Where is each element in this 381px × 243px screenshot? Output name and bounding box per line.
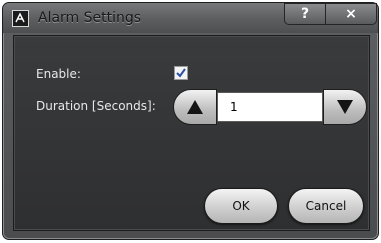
cancel-button[interactable]: Cancel — [288, 188, 364, 224]
dialog-content: Enable: Duration [Seconds]: 1 OK Cancel — [13, 35, 370, 231]
ok-button[interactable]: OK — [204, 188, 278, 224]
duration-stepper: 1 — [173, 89, 367, 125]
help-button[interactable]: ? — [284, 3, 326, 25]
enable-checkbox[interactable] — [174, 66, 188, 80]
decrement-button[interactable] — [323, 89, 367, 125]
alarm-settings-dialog: Alarm Settings ? × Enable: Duration [Sec… — [2, 2, 379, 240]
triangle-down-icon — [337, 100, 353, 114]
aeu-logo-icon — [12, 10, 29, 27]
window-title: Alarm Settings — [38, 10, 142, 26]
checkmark-icon — [176, 68, 186, 78]
close-button[interactable]: × — [325, 3, 377, 25]
triangle-up-icon — [187, 100, 203, 114]
enable-label: Enable: — [36, 67, 81, 81]
title-bar[interactable]: Alarm Settings ? × — [3, 3, 378, 33]
increment-button[interactable] — [173, 89, 217, 125]
duration-input[interactable]: 1 — [217, 92, 323, 122]
duration-label: Duration [Seconds]: — [36, 99, 156, 113]
